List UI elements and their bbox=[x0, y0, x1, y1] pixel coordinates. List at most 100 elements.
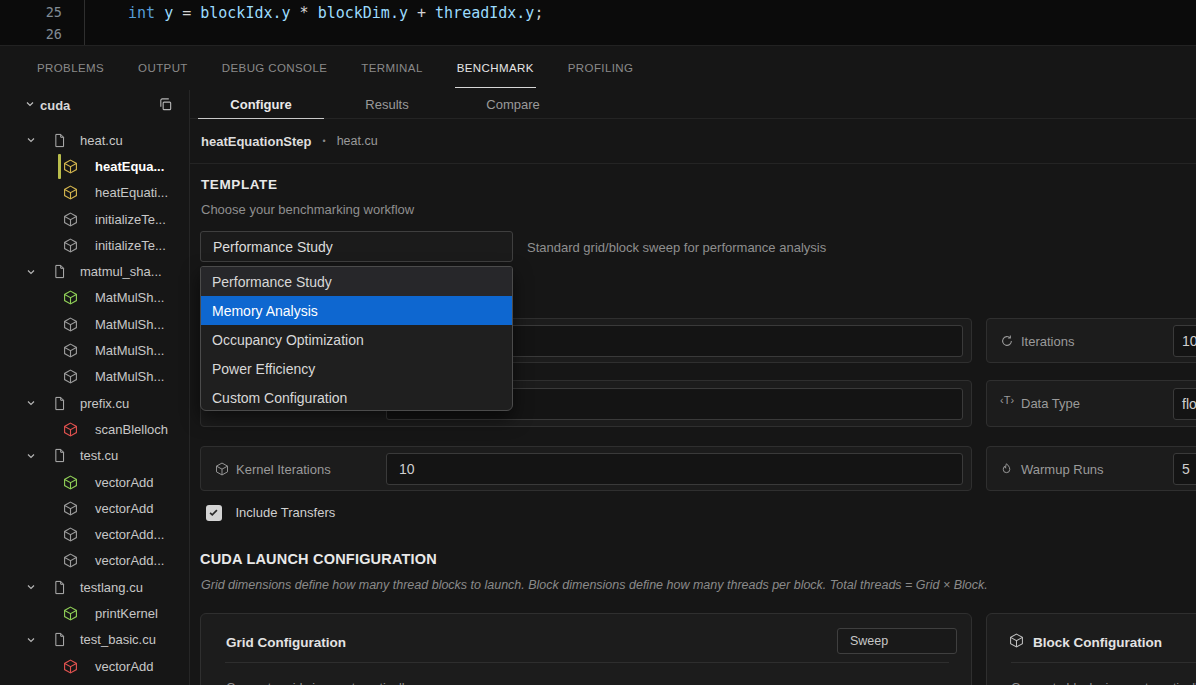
benchmark-tab-compare[interactable]: Compare bbox=[450, 90, 576, 118]
divider bbox=[225, 662, 949, 663]
kernel-cube-icon bbox=[63, 317, 78, 332]
divider bbox=[1011, 662, 1196, 663]
kernel-cube-icon bbox=[63, 659, 78, 674]
tree-file-testcu[interactable]: test.cu bbox=[0, 443, 189, 469]
breadcrumb-separator: • bbox=[323, 136, 326, 146]
launch-description: Grid dimensions define how many thread b… bbox=[201, 578, 988, 592]
tree-kernel-vectorAdd[interactable]: vectorAdd bbox=[0, 469, 189, 495]
kernel-cube-icon bbox=[63, 343, 78, 358]
template-subtitle: Choose your benchmarking workflow bbox=[201, 202, 414, 217]
include-transfers-label: Include Transfers bbox=[236, 505, 336, 520]
panel-tab-benchmark[interactable]: BENCHMARK bbox=[457, 46, 534, 90]
template-option-occupancy-optimization[interactable]: Occupancy Optimization bbox=[201, 325, 512, 354]
kernel-iterations-label: Kernel Iterations bbox=[236, 462, 331, 477]
warmup-runs-label: Warmup Runs bbox=[1021, 462, 1104, 477]
file-icon bbox=[53, 264, 66, 279]
tree-kernel-vectorAdd[interactable]: vectorAdd bbox=[0, 653, 189, 679]
file-icon bbox=[53, 396, 66, 411]
kernel-iterations-input[interactable]: 10 bbox=[386, 453, 963, 485]
chevron-down-icon bbox=[25, 266, 37, 278]
chevron-down-icon bbox=[25, 634, 37, 646]
breadcrumb-kernel: heatEquationStep bbox=[201, 134, 312, 149]
block-footnote: Generate block sizes automatically bbox=[1011, 681, 1196, 685]
panel-tab-debug-console[interactable]: DEBUG CONSOLE bbox=[222, 46, 328, 90]
tree-kernel-MatMulSh[interactable]: MatMulSh... bbox=[0, 311, 189, 337]
data-type-input[interactable]: float bbox=[1173, 388, 1196, 420]
template-select[interactable]: Performance Study bbox=[200, 231, 513, 262]
kernel-cube-icon bbox=[63, 238, 78, 253]
tree-kernel-MatMulSh[interactable]: MatMulSh... bbox=[0, 285, 189, 311]
tree-kernel-scanBlelloch[interactable]: scanBlelloch bbox=[0, 416, 189, 442]
benchmark-tab-configure[interactable]: Configure bbox=[198, 90, 324, 118]
kernel-tree-sidebar: cuda heat.cuheatEqua...heatEquati...init… bbox=[0, 90, 190, 685]
kernel-cube-icon bbox=[63, 159, 78, 174]
code-editor: 25 26 int y = blockIdx.y * blockDim.y + … bbox=[0, 0, 1196, 46]
tree-file-matmul_sha[interactable]: matmul_sha... bbox=[0, 258, 189, 284]
file-icon bbox=[53, 448, 66, 463]
template-option-performance-study[interactable]: Performance Study bbox=[201, 267, 512, 296]
tree-root[interactable]: cuda bbox=[0, 90, 189, 120]
sync-icon bbox=[1000, 334, 1014, 348]
data-type-row: ‹T› Data Type float bbox=[986, 380, 1196, 427]
template-option-power-efficiency[interactable]: Power Efficiency bbox=[201, 354, 512, 383]
chevron-down-icon bbox=[25, 450, 37, 462]
template-option-custom-configuration[interactable]: Custom Configuration bbox=[201, 383, 512, 411]
iterations-input[interactable]: 10 bbox=[1173, 325, 1196, 357]
kernel-tree: heat.cuheatEqua...heatEquati...initializ… bbox=[0, 127, 189, 679]
kernel-cube-icon bbox=[63, 606, 78, 621]
tree-kernel-initializeTe[interactable]: initializeTe... bbox=[0, 232, 189, 258]
warmup-runs-input[interactable]: 5 bbox=[1173, 453, 1196, 485]
template-option-memory-analysis[interactable]: Memory Analysis bbox=[201, 296, 512, 325]
include-transfers-checkbox[interactable] bbox=[206, 505, 222, 521]
grid-mode-select[interactable]: Sweep bbox=[837, 628, 957, 654]
indent-guide bbox=[84, 0, 85, 45]
chevron-down-icon bbox=[25, 581, 37, 593]
kernel-cube-icon bbox=[63, 212, 78, 227]
tree-kernel-initializeTe[interactable]: initializeTe... bbox=[0, 206, 189, 232]
tree-kernel-heatEquati[interactable]: heatEquati... bbox=[0, 180, 189, 206]
copy-icon[interactable] bbox=[158, 97, 173, 112]
tree-kernel-printKernel[interactable]: printKernel bbox=[0, 600, 189, 626]
iterations-label: Iterations bbox=[1021, 334, 1074, 349]
divider bbox=[190, 163, 1196, 164]
block-configuration-title: Block Configuration bbox=[1033, 635, 1162, 650]
tree-kernel-vectorAdd[interactable]: vectorAdd bbox=[0, 495, 189, 521]
kernel-cube-icon bbox=[63, 290, 78, 305]
kernel-iterations-row: Kernel Iterations 10 bbox=[200, 446, 972, 491]
template-description: Standard grid/block sweep for performanc… bbox=[527, 240, 826, 255]
tree-file-prefixcu[interactable]: prefix.cu bbox=[0, 390, 189, 416]
template-dropdown: Performance StudyMemory AnalysisOccupanc… bbox=[200, 266, 513, 411]
code-line: int y = blockIdx.y * blockDim.y + thread… bbox=[128, 4, 543, 22]
cube-icon bbox=[215, 462, 229, 476]
tree-kernel-vectorAdd[interactable]: vectorAdd... bbox=[0, 521, 189, 547]
include-transfers-row: Include Transfers bbox=[206, 505, 335, 521]
kernel-cube-icon bbox=[63, 185, 78, 200]
warmup-runs-row: Warmup Runs 5 bbox=[986, 446, 1196, 491]
file-icon bbox=[53, 632, 66, 647]
panel-tab-bar: PROBLEMS OUTPUT DEBUG CONSOLE TERMINAL BENCH… bbox=[0, 46, 1196, 90]
panel-tab-output[interactable]: OUTPUT bbox=[138, 46, 188, 90]
benchmark-tab-results[interactable]: Results bbox=[324, 90, 450, 118]
tree-kernel-heatEqua[interactable]: heatEqua... bbox=[0, 153, 189, 179]
tree-kernel-MatMulSh[interactable]: MatMulSh... bbox=[0, 337, 189, 363]
tree-file-heatcu[interactable]: heat.cu bbox=[0, 127, 189, 153]
line-number: 26 bbox=[0, 26, 62, 42]
block-configuration-card: Block Configuration Generate block sizes… bbox=[986, 613, 1196, 685]
template-heading: TEMPLATE bbox=[201, 177, 278, 192]
kernel-cube-icon bbox=[63, 553, 78, 568]
kernel-cube-icon bbox=[63, 527, 78, 542]
panel-tab-profiling[interactable]: PROFILING bbox=[568, 46, 634, 90]
type-icon: ‹T› bbox=[1000, 394, 1014, 406]
benchmark-tab-bar: ConfigureResultsCompare bbox=[190, 90, 1196, 119]
chevron-down-icon bbox=[25, 134, 37, 146]
panel-tab-problems[interactable]: PROBLEMS bbox=[37, 46, 104, 90]
breadcrumb-file: heat.cu bbox=[337, 134, 378, 148]
grid-configuration-card: Grid Configuration Sweep Generate grid s… bbox=[200, 613, 972, 685]
tree-file-test_basiccu[interactable]: test_basic.cu bbox=[0, 627, 189, 653]
tree-kernel-MatMulSh[interactable]: MatMulSh... bbox=[0, 364, 189, 390]
kernel-cube-icon bbox=[63, 501, 78, 516]
tree-kernel-vectorAdd[interactable]: vectorAdd... bbox=[0, 548, 189, 574]
panel-tab-terminal[interactable]: TERMINAL bbox=[361, 46, 422, 90]
kernel-cube-icon bbox=[63, 369, 78, 384]
tree-file-testlangcu[interactable]: testlang.cu bbox=[0, 574, 189, 600]
